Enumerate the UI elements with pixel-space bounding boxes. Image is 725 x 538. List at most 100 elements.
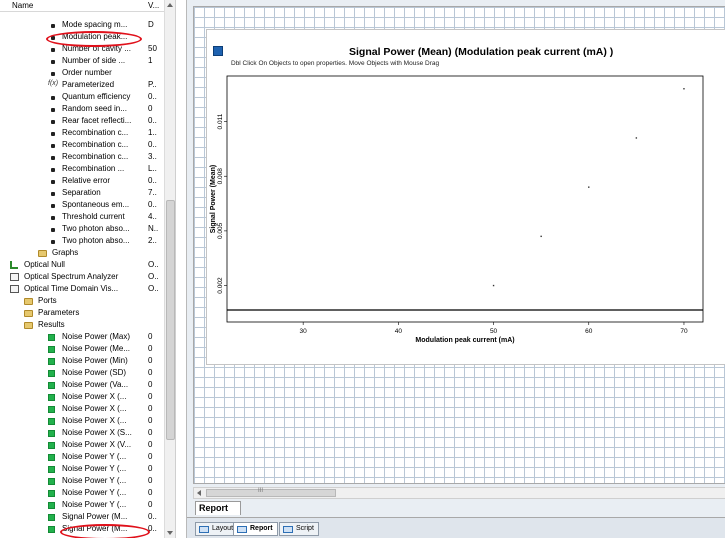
- tree-item[interactable]: Optical Spectrum Analyzer O..: [0, 271, 164, 283]
- scroll-up-arrow-icon[interactable]: [167, 3, 173, 7]
- parameter-icon: [48, 117, 57, 126]
- tree-item[interactable]: Noise Power Y (... 0: [0, 451, 164, 463]
- report-page-tab[interactable]: Report: [195, 501, 241, 515]
- tree-item-value: 0: [148, 500, 153, 509]
- tree-item[interactable]: Rear facet reflecti... 0..: [0, 115, 164, 127]
- plot-area[interactable]: 30 40 50 60 70 0.002 0.005 0.008 0.011 Modulation…: [207, 70, 725, 366]
- tree-item-value: 1: [148, 56, 153, 65]
- x-tick-label: 60: [585, 328, 593, 335]
- tab-layout[interactable]: Layout: [195, 522, 239, 536]
- tree-item-label: Graphs: [52, 248, 79, 257]
- tree-item[interactable]: Noise Power X (... 0: [0, 403, 164, 415]
- tab-report[interactable]: Report: [233, 522, 278, 536]
- tree-item[interactable]: Noise Power X (V... 0: [0, 439, 164, 451]
- layout-icon: [199, 526, 209, 533]
- tree-item-value: P..: [148, 80, 157, 89]
- tree-item[interactable]: Noise Power X (... 0: [0, 391, 164, 403]
- x-axis-label: Modulation peak current (mA): [415, 337, 514, 344]
- tree-item[interactable]: Recombination ... L..: [0, 163, 164, 175]
- tree-item-label: Rear facet reflecti...: [62, 116, 132, 125]
- data-point: [492, 284, 495, 287]
- scroll-down-arrow-icon[interactable]: [167, 531, 173, 535]
- result-icon: [48, 382, 55, 389]
- tree-item-label: Optical Null: [24, 260, 65, 269]
- tree-item[interactable]: Modulation peak...: [0, 31, 164, 43]
- tree-item[interactable]: Parameters: [0, 307, 164, 319]
- tree-item[interactable]: Signal Power (M... 0..: [0, 511, 164, 523]
- parameter-icon: [48, 69, 57, 78]
- tree-item[interactable]: Two photon abso... N..: [0, 223, 164, 235]
- tree-item[interactable]: Noise Power (SD) 0: [0, 367, 164, 379]
- result-icon: [48, 370, 55, 377]
- tree-item[interactable]: Ports: [0, 295, 164, 307]
- tree-item[interactable]: Relative error 0..: [0, 175, 164, 187]
- parameter-icon: [48, 189, 57, 198]
- x-tick-label: 30: [300, 328, 308, 335]
- tree-item[interactable]: Signal Power (M... 0..: [0, 523, 164, 535]
- folder-icon: [24, 322, 33, 329]
- tree-item[interactable]: Quantum efficiency 0..: [0, 91, 164, 103]
- parameter-icon: [48, 237, 57, 246]
- tree-item[interactable]: Optical Null O..: [0, 259, 164, 271]
- tree-item[interactable]: Spontaneous em... 0..: [0, 199, 164, 211]
- tree-item[interactable]: Noise Power (Min) 0: [0, 355, 164, 367]
- report-canvas[interactable]: Signal Power (Mean) (Modulation peak cur…: [193, 6, 725, 484]
- report-horizontal-scrollbar[interactable]: III: [193, 487, 725, 499]
- tree-item[interactable]: Noise Power (Max) 0: [0, 331, 164, 343]
- hscroll-thumb[interactable]: [206, 489, 336, 497]
- scroll-left-arrow-icon[interactable]: [197, 490, 201, 496]
- result-icon: [48, 406, 55, 413]
- tree-item[interactable]: Threshold current 4..: [0, 211, 164, 223]
- tree-item[interactable]: Noise Power X (S... 0: [0, 427, 164, 439]
- tree-item-label: Ports: [38, 296, 57, 305]
- component-icon: [10, 273, 19, 281]
- tree-item[interactable]: Noise Power Y (... 0: [0, 487, 164, 499]
- tree-item[interactable]: Separation 7..: [0, 187, 164, 199]
- scrollbar-thumb[interactable]: [166, 200, 175, 440]
- parameter-icon: [48, 177, 57, 186]
- tree-item[interactable]: Noise Power X (... 0: [0, 415, 164, 427]
- tree-item[interactable]: Two photon abso... 2..: [0, 235, 164, 247]
- tree-item[interactable]: Noise Power (Me... 0: [0, 343, 164, 355]
- graph-icon: [213, 46, 223, 56]
- tree-item-label: Number of side ...: [62, 56, 126, 65]
- tab-script[interactable]: Script: [279, 522, 319, 536]
- view-tabs: Layout Report Script: [187, 517, 725, 538]
- tree-item-value: N..: [148, 224, 159, 233]
- tree-item-label: Noise Power X (...: [62, 404, 127, 413]
- tree-item[interactable]: Noise Power Y (... 0: [0, 499, 164, 511]
- y-tick-label: 0.005: [217, 222, 224, 239]
- tree-item-label: Noise Power X (S...: [62, 428, 132, 437]
- project-tree-panel[interactable]: Name V... Mode spacing m... D Modulation p…: [0, 0, 176, 538]
- parameter-icon: [48, 45, 57, 54]
- tree-item[interactable]: Results: [0, 319, 164, 331]
- tree-item-label: Noise Power (Me...: [62, 344, 131, 353]
- tree-item[interactable]: Number of side ... 1: [0, 55, 164, 67]
- tree-item[interactable]: Random seed in... 0: [0, 103, 164, 115]
- tree-item[interactable]: Mode spacing m... D: [0, 19, 164, 31]
- value-column-header[interactable]: V...: [148, 1, 159, 10]
- parameter-icon: [48, 129, 57, 138]
- tree-item[interactable]: f(x) Parameterized P..: [0, 79, 164, 91]
- tree-item[interactable]: Number of cavity ... 50: [0, 43, 164, 55]
- tree-item[interactable]: Order number: [0, 67, 164, 79]
- scroll-grip: III: [258, 488, 264, 494]
- data-point: [683, 88, 685, 90]
- y-tick-label: 0.002: [217, 277, 224, 294]
- tree-item[interactable]: Recombination c... 0..: [0, 139, 164, 151]
- tree-item[interactable]: Noise Power Y (... 0: [0, 475, 164, 487]
- tree-item[interactable]: Noise Power Y (... 0: [0, 463, 164, 475]
- tree-item-value: 0: [148, 392, 153, 401]
- tab-layout-label: Layout: [212, 525, 234, 532]
- result-icon: [48, 418, 55, 425]
- tree-item[interactable]: Noise Power (Va... 0: [0, 379, 164, 391]
- tree-item[interactable]: Optical Time Domain Vis... O..: [0, 283, 164, 295]
- graph-object[interactable]: Signal Power (Mean) (Modulation peak cur…: [206, 29, 725, 365]
- tree-header: Name V...: [0, 0, 175, 12]
- tree-vertical-scrollbar[interactable]: [164, 0, 175, 538]
- x-tick-label: 70: [680, 328, 688, 335]
- tree-item[interactable]: Recombination c... 1..: [0, 127, 164, 139]
- name-column-header[interactable]: Name: [12, 1, 33, 10]
- tree-item[interactable]: Graphs: [0, 247, 164, 259]
- tree-item[interactable]: Recombination c... 3..: [0, 151, 164, 163]
